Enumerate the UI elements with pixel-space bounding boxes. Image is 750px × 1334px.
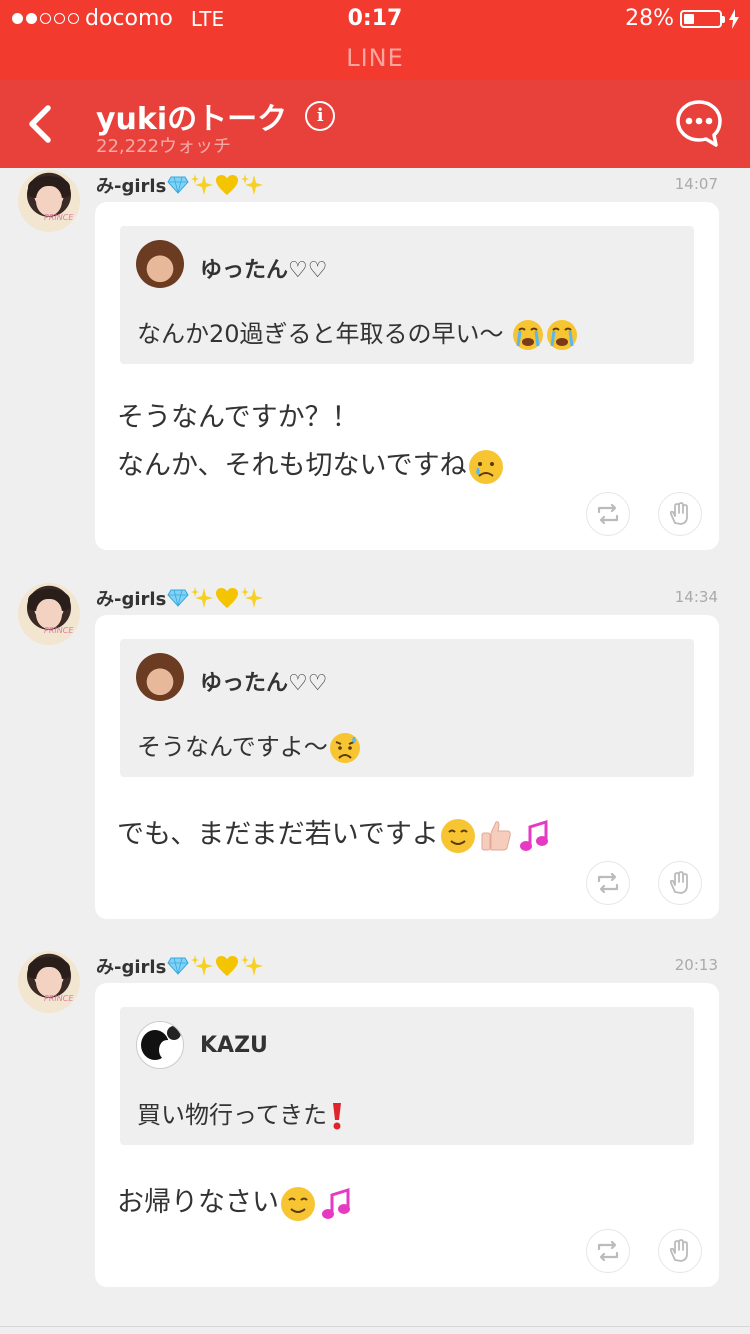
nav-header: yukiのトーク i 22,222ウォッチ: [0, 80, 750, 168]
quoted-post[interactable]: ゆったん♡♡ なんか20過ぎると年取るの早い〜: [120, 226, 694, 364]
diamond-emoji: [167, 957, 189, 975]
smile-emoji: [281, 1186, 315, 1221]
sparkles-emoji: [191, 587, 214, 608]
divider: [0, 1326, 750, 1327]
post-author[interactable]: み-girls: [96, 172, 264, 198]
clap-icon: [669, 502, 688, 525]
yellow-heart-emoji: [216, 175, 239, 195]
sad-emoji: [468, 449, 503, 484]
diamond-emoji: [167, 589, 189, 607]
music-note-emoji: [519, 819, 548, 851]
post-card: KAZU 買い物行ってきた お帰りなさい: [95, 983, 719, 1287]
quoted-author: ゆったん♡♡: [200, 671, 328, 696]
battery-icon: [680, 9, 725, 28]
post-card: ゆったん♡♡ なんか20過ぎると年取るの早い〜 そうなんですか？！ なんか、それ…: [95, 202, 719, 550]
post-author[interactable]: み-girls: [96, 953, 264, 979]
post-text: お帰りなさい: [117, 1179, 355, 1227]
post-text: そうなんですか？！ なんか、それも切ないですね: [117, 394, 505, 490]
clap-icon: [669, 871, 688, 894]
yellow-heart-emoji: [216, 956, 239, 976]
share-icon: [597, 1240, 619, 1262]
quoted-author: ゆったん♡♡: [200, 258, 328, 283]
share-button[interactable]: [586, 492, 630, 536]
share-icon: [597, 503, 619, 525]
quoted-avatar: [136, 653, 184, 701]
avatar[interactable]: PRINCE: [18, 951, 80, 1013]
sparkles-emoji: [241, 955, 264, 976]
clap-icon: [669, 1239, 688, 1262]
sparkles-emoji: [191, 955, 214, 976]
watch-count: 22,222ウォッチ: [96, 136, 231, 157]
sparkles-emoji: [241, 174, 264, 195]
avatar[interactable]: PRINCE: [18, 583, 80, 645]
avatar[interactable]: PRINCE: [18, 170, 80, 232]
back-arrow-icon[interactable]: [22, 102, 62, 146]
quoted-author: KAZU: [200, 1033, 268, 1058]
worried-emoji: [329, 733, 360, 763]
post-text: でも、まだまだ若いですよ: [117, 811, 553, 859]
chat-bubble-icon[interactable]: [674, 98, 724, 150]
status-bar: docomo LTE 0:17 28% LINE: [0, 0, 750, 80]
clap-button[interactable]: [658, 1229, 702, 1273]
exclamation-emoji: [333, 1103, 342, 1130]
sparkles-emoji: [191, 174, 214, 195]
music-note-emoji: [322, 1187, 350, 1219]
quoted-avatar: [136, 240, 184, 288]
yellow-heart-emoji: [216, 588, 239, 608]
post-time: 20:13: [674, 956, 718, 974]
share-button[interactable]: [586, 1229, 630, 1273]
info-icon[interactable]: i: [305, 101, 336, 131]
diamond-emoji: [167, 176, 189, 194]
post-time: 14:34: [674, 588, 718, 606]
sparkles-emoji: [241, 587, 264, 608]
battery-percent: 28%: [625, 6, 674, 31]
share-button[interactable]: [586, 861, 630, 905]
crying-emoji: [547, 320, 578, 350]
status-right: 28%: [625, 6, 740, 31]
post-card: ゆったん♡♡ そうなんですよ〜 でも、まだまだ若いですよ: [95, 615, 719, 919]
post-time: 14:07: [674, 175, 718, 193]
clap-button[interactable]: [658, 492, 702, 536]
app-name: LINE: [346, 44, 404, 72]
clap-button[interactable]: [658, 861, 702, 905]
quoted-post[interactable]: ゆったん♡♡ そうなんですよ〜: [120, 639, 694, 777]
crying-emoji: [513, 320, 544, 350]
quoted-text: 買い物行ってきた: [137, 1095, 347, 1131]
quoted-text: そうなんですよ〜: [137, 727, 362, 765]
charging-icon: [729, 8, 739, 29]
thumbs-up-emoji: [481, 820, 511, 850]
smile-emoji: [440, 818, 475, 853]
quoted-text: なんか20過ぎると年取るの早い〜: [137, 314, 579, 352]
post-author[interactable]: み-girls: [96, 585, 264, 611]
quoted-post[interactable]: KAZU 買い物行ってきた: [120, 1007, 694, 1145]
quoted-avatar: [136, 1021, 184, 1069]
share-icon: [597, 872, 619, 894]
